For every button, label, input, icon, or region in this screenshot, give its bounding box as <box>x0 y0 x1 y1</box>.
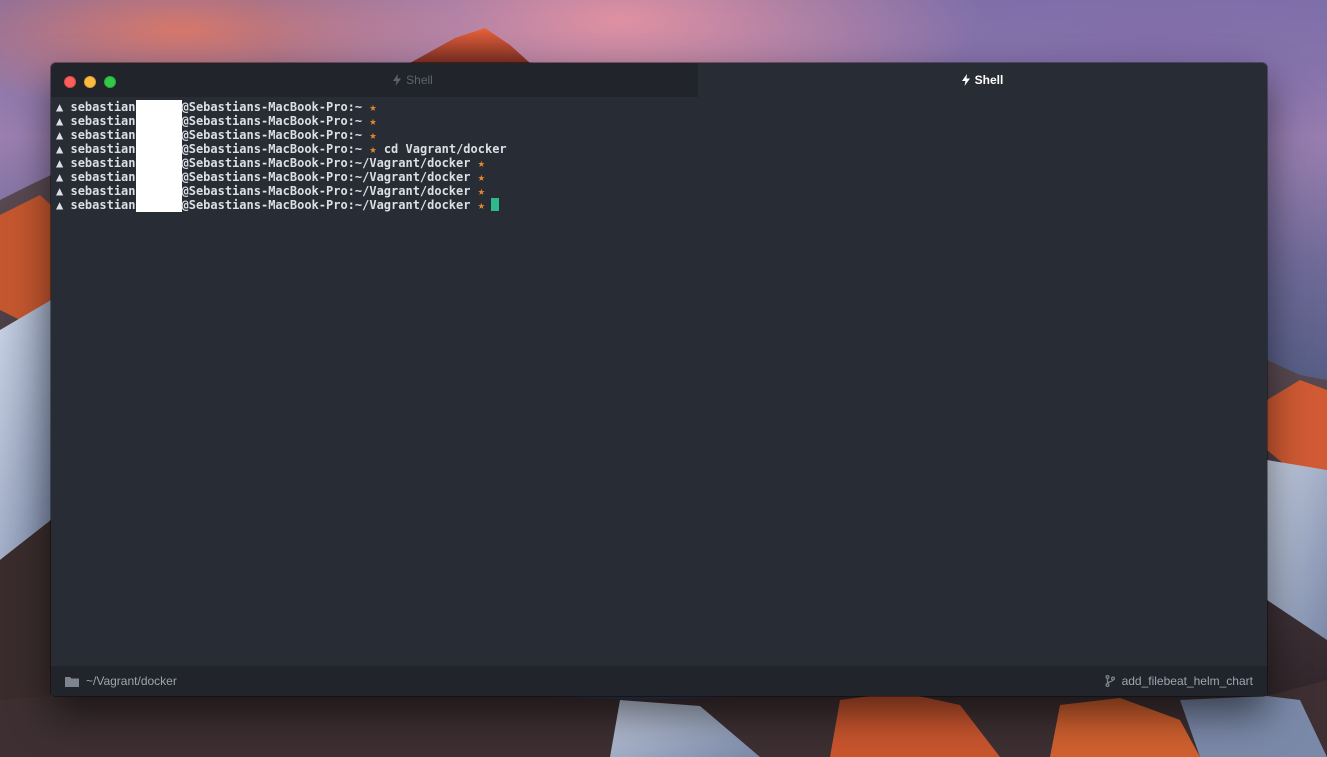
tab-label: Shell <box>406 73 433 87</box>
prompt-star-icon: ★ <box>369 114 377 128</box>
prompt-user: sebastian <box>70 142 136 156</box>
prompt-user: sebastian <box>70 100 136 114</box>
prompt-symbol: ▲ <box>56 142 64 156</box>
window-controls <box>51 63 128 97</box>
prompt-path: ~ <box>354 128 363 142</box>
prompt-path: ~/Vagrant/docker <box>354 156 471 170</box>
terminal-line: ▲ sebastian @Sebastians-MacBook-Pro:~/Vag… <box>56 156 1256 170</box>
redaction-block <box>135 184 182 198</box>
prompt-path: ~ <box>354 142 363 156</box>
prompt-host: @Sebastians-MacBook-Pro: <box>181 170 355 184</box>
prompt-user: sebastian <box>70 128 136 142</box>
prompt-path: ~ <box>354 100 363 114</box>
prompt-symbol: ▲ <box>56 170 64 184</box>
close-button[interactable] <box>64 76 76 88</box>
prompt-user: sebastian <box>70 184 136 198</box>
redaction-block <box>135 114 182 128</box>
lightning-bolt-icon <box>961 74 970 86</box>
prompt-user: sebastian <box>70 114 136 128</box>
prompt-path: ~ <box>354 114 363 128</box>
git-branch-icon <box>1105 675 1115 687</box>
prompt-host: @Sebastians-MacBook-Pro: <box>181 142 355 156</box>
folder-icon <box>65 676 79 687</box>
prompt-host: @Sebastians-MacBook-Pro: <box>181 198 355 212</box>
prompt-path: ~/Vagrant/docker <box>354 184 471 198</box>
prompt-star-icon: ★ <box>369 142 377 156</box>
prompt-user: sebastian <box>70 198 136 212</box>
branch-label: add_filebeat_helm_chart <box>1121 674 1253 688</box>
prompt-symbol: ▲ <box>56 156 64 170</box>
redaction-block <box>135 128 182 142</box>
terminal-line: ▲ sebastian @Sebastians-MacBook-Pro:~ ★ <box>56 100 1256 114</box>
cwd-indicator[interactable]: ~/Vagrant/docker <box>65 666 177 696</box>
terminal-line: ▲ sebastian @Sebastians-MacBook-Pro:~/Vag… <box>56 184 1256 198</box>
prompt-symbol: ▲ <box>56 114 64 128</box>
prompt-star-icon: ★ <box>369 128 377 142</box>
prompt-host: @Sebastians-MacBook-Pro: <box>181 156 355 170</box>
prompt-star-icon: ★ <box>477 184 485 198</box>
terminal-line: ▲ sebastian @Sebastians-MacBook-Pro:~ ★ <box>56 114 1256 128</box>
redaction-block <box>135 156 182 170</box>
terminal-line: ▲ sebastian @Sebastians-MacBook-Pro:~/Vag… <box>56 198 1256 212</box>
redaction-block <box>135 170 182 184</box>
cwd-label: ~/Vagrant/docker <box>86 674 177 688</box>
text-cursor <box>490 198 499 211</box>
prompt-symbol: ▲ <box>56 128 64 142</box>
status-bar: ~/Vagrant/docker add_filebeat_helm_chart <box>51 666 1267 696</box>
tab-label: Shell <box>974 73 1004 87</box>
lightning-bolt-icon <box>393 74 402 86</box>
prompt-star-icon: ★ <box>477 170 485 184</box>
prompt-user: sebastian <box>70 170 136 184</box>
terminal-output[interactable]: ▲ sebastian @Sebastians-MacBook-Pro:~ ★ ▲ … <box>56 100 1256 212</box>
terminal-line: ▲ sebastian @Sebastians-MacBook-Pro:~/Vag… <box>56 170 1256 184</box>
prompt-path: ~/Vagrant/docker <box>354 170 471 184</box>
redaction-block <box>135 100 182 114</box>
prompt-path: ~/Vagrant/docker <box>354 198 471 212</box>
prompt-star-icon: ★ <box>477 198 485 212</box>
terminal-window: Shell Shell ▲ sebastian @Sebastians-MacBo… <box>51 63 1267 696</box>
prompt-host: @Sebastians-MacBook-Pro: <box>181 114 355 128</box>
prompt-symbol: ▲ <box>56 100 64 114</box>
git-branch-indicator[interactable]: add_filebeat_helm_chart <box>1105 666 1253 696</box>
tab-shell-1[interactable]: Shell <box>128 63 698 97</box>
prompt-star-icon: ★ <box>477 156 485 170</box>
prompt-host: @Sebastians-MacBook-Pro: <box>181 184 355 198</box>
prompt-star-icon: ★ <box>369 100 377 114</box>
prompt-symbol: ▲ <box>56 198 64 212</box>
prompt-symbol: ▲ <box>56 184 64 198</box>
zoom-button[interactable] <box>104 76 116 88</box>
desktop-wallpaper: Shell Shell ▲ sebastian @Sebastians-MacBo… <box>0 0 1327 757</box>
title-bar: Shell Shell <box>51 63 1267 97</box>
prompt-user: sebastian <box>70 156 136 170</box>
terminal-line: ▲ sebastian @Sebastians-MacBook-Pro:~ ★ <box>56 128 1256 142</box>
minimize-button[interactable] <box>84 76 96 88</box>
redaction-block <box>135 198 182 212</box>
terminal-line: ▲ sebastian @Sebastians-MacBook-Pro:~ ★ c… <box>56 142 1256 156</box>
prompt-host: @Sebastians-MacBook-Pro: <box>181 100 355 114</box>
redaction-block <box>135 142 182 156</box>
command-text: cd Vagrant/docker <box>383 142 507 156</box>
prompt-host: @Sebastians-MacBook-Pro: <box>181 128 355 142</box>
tab-shell-2[interactable]: Shell <box>698 63 1267 97</box>
